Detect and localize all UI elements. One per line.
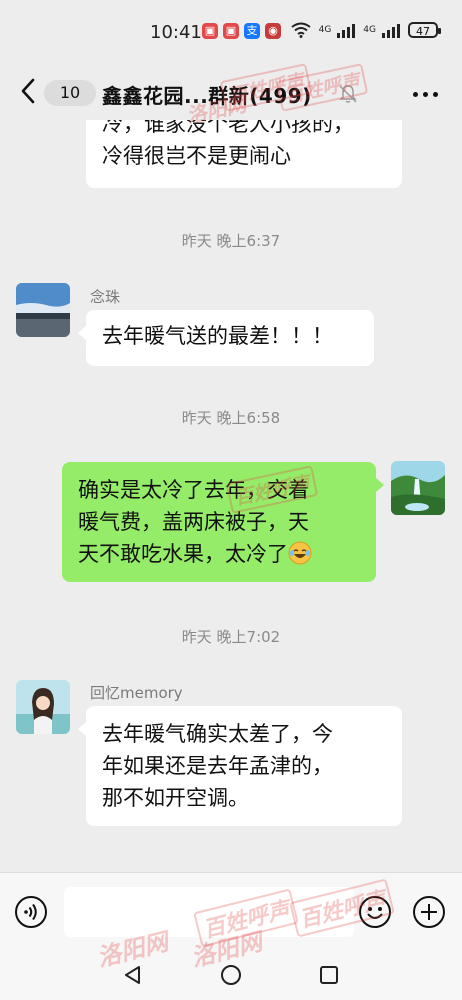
battery-icon: 47 [408, 22, 441, 38]
message-text-line: 去年暖气确实太差了，今 [102, 722, 333, 746]
nav-recent-apps-icon[interactable] [318, 964, 340, 986]
avatar-image [391, 461, 445, 515]
chevron-left-icon [21, 78, 35, 104]
status-time: 10:41 [150, 22, 202, 43]
app-notification-icon: ▣ [202, 23, 218, 39]
network-type-label: 4G [363, 25, 376, 35]
chat-header: 10 鑫鑫花园...群新(499) [0, 64, 462, 120]
message-bubble[interactable]: 冷，谁家没个老人小孩的， 冷得很岂不是更闹心 [86, 120, 402, 188]
avatar-image [16, 680, 70, 734]
status-bar: 10:41 ▣ ▣ 支 ◉ 4G 4G 47 [0, 0, 462, 64]
message-text-line: 冷，谁家没个老人小孩的， [102, 120, 354, 136]
network-type-label: 4G [318, 25, 332, 35]
message-timestamp: 昨天 晚上6:58 [181, 409, 281, 427]
emoji-icon[interactable] [358, 895, 392, 929]
wifi-icon [290, 22, 311, 38]
message-text-line: 确实是太冷了去年，交着 [78, 478, 309, 502]
app-notification-icon: ◉ [265, 23, 281, 39]
message-bubble[interactable]: 去年暖气送的最差！！！ [78, 310, 374, 366]
mute-bell-icon [339, 85, 357, 103]
chat-title: 鑫鑫花园...群新(499) [102, 84, 312, 108]
message-timestamp: 昨天 晚上7:02 [181, 628, 281, 646]
voice-input-icon[interactable] [14, 895, 48, 929]
message-text-line: 年如果还是去年孟津的， [102, 754, 333, 778]
nav-home-icon[interactable] [220, 964, 242, 986]
message-input[interactable] [64, 887, 354, 937]
avatar-image [16, 283, 70, 337]
message-bubble[interactable]: 去年暖气确实太差了，今 年如果还是去年孟津的， 那不如开空调。 [78, 706, 402, 826]
input-bar [0, 872, 462, 951]
message-text-line: 天不敢吃水果，太冷了 [78, 542, 288, 566]
avatar[interactable] [16, 283, 70, 337]
message-text-line: 暖气费，盖两床被子，天 [78, 510, 309, 534]
message-bubble-self[interactable]: 确实是太冷了去年，交着 暖气费，盖两床被子，天 天不敢吃水果，太冷了 [62, 462, 384, 582]
notification-icons: ▣ ▣ 支 ◉ [202, 23, 281, 39]
message-text-line: 冷得很岂不是更闹心 [102, 144, 291, 168]
message-text-line: 那不如开空调。 [102, 786, 249, 810]
unread-count-badge[interactable]: 10 [44, 80, 96, 106]
more-options-button[interactable] [413, 92, 438, 97]
avatar[interactable] [16, 680, 70, 734]
status-indicators: 4G 4G 47 [290, 22, 441, 38]
back-button[interactable] [14, 76, 42, 106]
laugh-crying-emoji-icon [288, 541, 312, 565]
signal-icon [382, 22, 400, 38]
signal-icon [337, 22, 356, 38]
system-nav-bar [0, 950, 462, 1000]
message-timestamp: 昨天 晚上6:37 [181, 232, 281, 250]
nav-back-icon[interactable] [122, 964, 144, 986]
avatar-self[interactable] [391, 461, 445, 515]
message-list[interactable]: 冷，谁家没个老人小孩的， 冷得很岂不是更闹心 昨天 晚上6:37 念珠 去年暖气… [0, 120, 462, 872]
app-notification-icon: ▣ [223, 23, 239, 39]
alipay-icon: 支 [244, 23, 260, 39]
sender-name: 念珠 [90, 288, 121, 306]
message-text: 去年暖气送的最差！！！ [102, 324, 333, 348]
sender-name: 回忆memory [90, 684, 183, 702]
plus-icon[interactable] [412, 895, 446, 929]
